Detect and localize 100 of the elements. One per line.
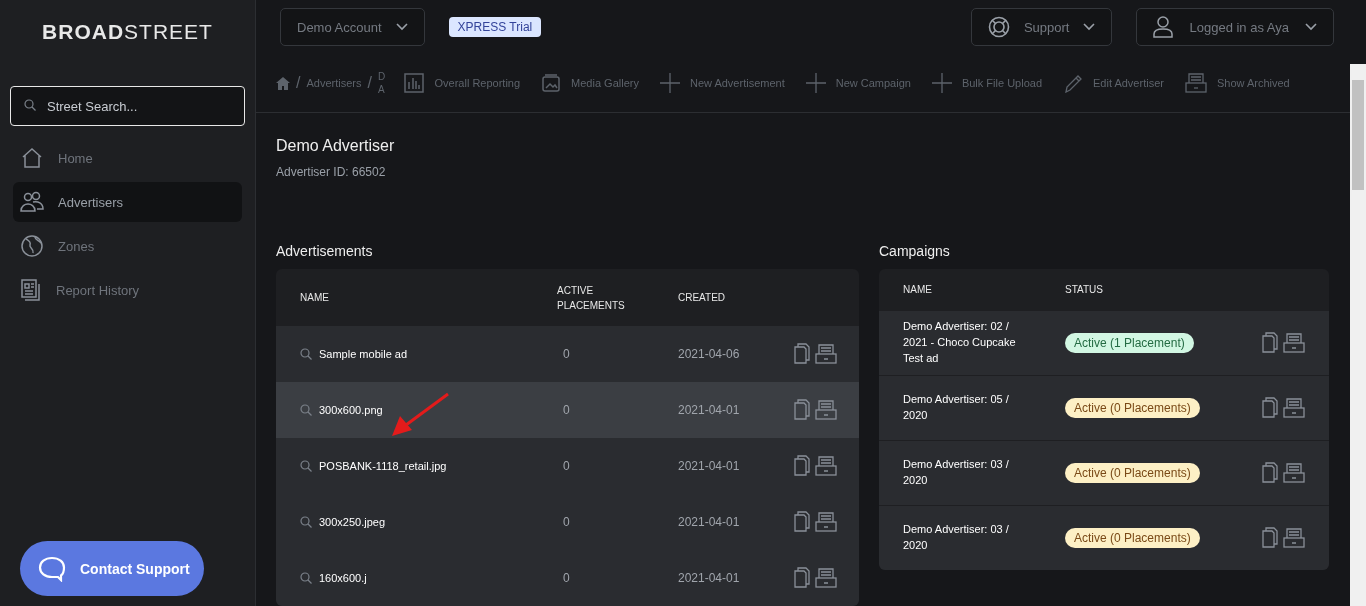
column-header: NAME	[903, 283, 933, 297]
copy-icon[interactable]	[1261, 527, 1279, 549]
section-heading: Advertisements	[276, 243, 374, 259]
pencil-icon	[1063, 73, 1083, 94]
campaign-name[interactable]: Demo Advertiser: 03 / 2020	[903, 450, 1029, 496]
bar-chart-icon	[404, 73, 425, 94]
search-icon	[300, 348, 312, 360]
section-heading: Campaigns	[879, 243, 951, 259]
archive-icon[interactable]	[815, 568, 837, 588]
campaign-name[interactable]: Demo Advertiser: 03 / 2020	[903, 515, 1029, 561]
search-field[interactable]: Street Search...	[10, 86, 245, 126]
ad-name-link[interactable]: 300x250.jpeg	[319, 516, 386, 528]
campaign-name[interactable]: Demo Advertiser: 02 / 2021 - Choco Cupcake Test ad	[903, 312, 1029, 374]
toolbar-button[interactable]: Show Archived	[1184, 73, 1290, 94]
account-dropdown[interactable]: Demo Account	[280, 8, 425, 47]
globe-icon	[20, 234, 44, 258]
archive-icon[interactable]	[815, 456, 837, 476]
ad-name-link[interactable]: Sample mobile ad	[319, 348, 408, 360]
user-icon	[1153, 16, 1174, 39]
image-icon	[541, 73, 562, 94]
archive-icon[interactable]	[815, 344, 837, 364]
column-header: NAME	[300, 291, 330, 305]
table-cell: 2021-04-01	[678, 459, 740, 473]
user-dropdown[interactable]: Logged in as Aya	[1136, 8, 1334, 47]
table-cell: 2021-04-01	[678, 515, 740, 529]
table-cell: 0	[563, 571, 570, 585]
contact-support-button[interactable]: Contact Support	[20, 541, 204, 596]
table-row[interactable]: POSBANK-1118_retail.jpg 0 2021-04-01	[276, 438, 859, 494]
chevron-down-icon	[1083, 23, 1096, 32]
copy-icon[interactable]	[793, 399, 811, 421]
table-cell: 2021-04-01	[678, 403, 740, 417]
breadcrumb-separator: /	[296, 74, 301, 93]
column-header: ACTIVE PLACEMENTS	[557, 283, 626, 313]
table-cell: 0	[563, 347, 570, 361]
table-cell: 0	[563, 459, 570, 473]
table-cell: 2021-04-01	[678, 571, 740, 585]
table-cell: 2021-04-06	[678, 347, 740, 361]
archive-icon	[1184, 73, 1207, 94]
archive-icon[interactable]	[815, 512, 837, 532]
table-row[interactable]: Sample mobile ad 0 2021-04-06	[276, 326, 859, 382]
advertiser-id: Advertiser ID: 66502	[276, 165, 387, 179]
search-icon	[24, 99, 36, 111]
status-badge: Active (0 Placements)	[1065, 528, 1200, 548]
search-icon	[300, 404, 312, 416]
archive-icon[interactable]	[815, 400, 837, 420]
table-cell: 0	[563, 515, 570, 529]
chat-bubble-icon	[38, 555, 66, 582]
plus-icon	[805, 73, 826, 94]
column-header: CREATED	[678, 291, 726, 305]
table-row[interactable]: 160x600.j 0 2021-04-01	[276, 550, 859, 606]
archive-icon[interactable]	[1283, 333, 1305, 353]
copy-icon[interactable]	[1261, 462, 1279, 484]
copy-icon[interactable]	[793, 511, 811, 533]
toolbar-button[interactable]: Edit Advertiser	[1063, 73, 1164, 94]
sidebar-item[interactable]: Zones	[13, 226, 242, 266]
copy-icon[interactable]	[1261, 397, 1279, 419]
chevron-down-icon	[1305, 23, 1317, 32]
toolbar-button[interactable]: New Advertisement	[659, 73, 785, 94]
logo: BROADSTREET	[41, 19, 214, 45]
home-icon[interactable]	[276, 76, 290, 90]
sidebar-item[interactable]: Home	[13, 138, 242, 178]
trial-badge: XPRESS Trial	[448, 17, 542, 38]
status-badge: Active (1 Placement)	[1065, 333, 1194, 353]
users-icon	[20, 191, 44, 213]
archive-icon[interactable]	[1283, 528, 1305, 548]
plus-icon	[931, 73, 952, 94]
search-icon	[300, 460, 312, 472]
ad-name-link[interactable]: 300x600.png	[319, 404, 383, 416]
copy-icon[interactable]	[793, 343, 811, 365]
home-icon	[20, 146, 44, 170]
table-row[interactable]: 300x250.jpeg 0 2021-04-01	[276, 494, 859, 550]
archive-icon[interactable]	[1283, 463, 1305, 483]
table-row[interactable]: 300x600.png 0 2021-04-01	[276, 382, 859, 438]
toolbar-button[interactable]: New Campaign	[805, 73, 911, 94]
chevron-down-icon	[395, 23, 408, 32]
ad-name-link[interactable]: POSBANK-1118_retail.jpg	[319, 460, 447, 472]
scrollbar[interactable]	[1350, 64, 1366, 606]
toolbar-button[interactable]: Bulk File Upload	[931, 73, 1042, 94]
copy-icon[interactable]	[793, 567, 811, 589]
archive-icon[interactable]	[1283, 398, 1305, 418]
search-icon	[300, 516, 312, 528]
status-badge: Active (0 Placements)	[1065, 463, 1200, 483]
breadcrumb-separator: /	[367, 74, 372, 93]
campaign-name[interactable]: Demo Advertiser: 05 / 2020	[903, 385, 1029, 431]
breadcrumb-link[interactable]: DA	[377, 70, 384, 97]
copy-icon[interactable]	[793, 455, 811, 477]
copy-icon[interactable]	[1261, 332, 1279, 354]
toolbar-button[interactable]: Media Gallery	[541, 73, 639, 94]
plus-icon	[659, 73, 680, 94]
document-icon	[20, 278, 42, 302]
table-cell: 0	[563, 403, 570, 417]
breadcrumb-link[interactable]: Advertisers	[306, 77, 362, 90]
support-dropdown[interactable]: Support	[970, 8, 1113, 47]
column-header: STATUS	[1065, 283, 1103, 297]
lifebuoy-icon	[987, 16, 1010, 39]
toolbar-button[interactable]: Overall Reporting	[404, 73, 521, 94]
page-title: Demo Advertiser	[276, 137, 396, 155]
sidebar-item[interactable]: Advertisers	[13, 182, 242, 222]
ad-name-link[interactable]: 160x600.j	[319, 572, 367, 584]
sidebar-item[interactable]: Report History	[13, 270, 242, 310]
